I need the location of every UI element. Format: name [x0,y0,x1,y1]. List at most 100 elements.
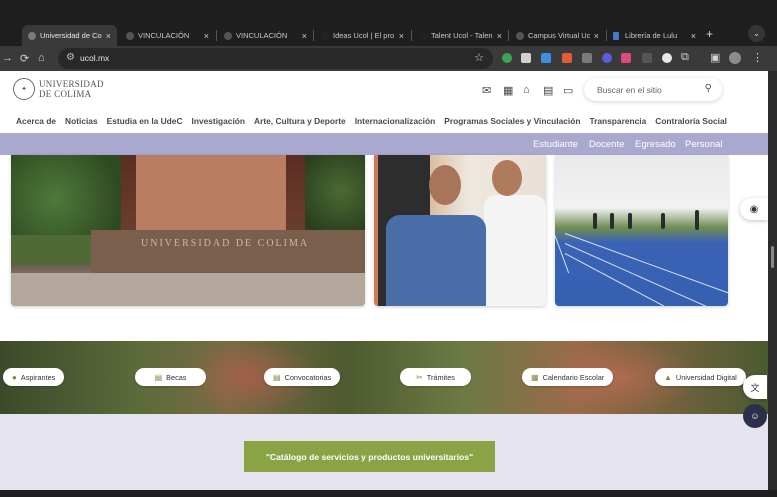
students-photo-card[interactable] [374,155,546,306]
nav-estudia[interactable]: Estudia en la UdeC [107,116,183,126]
close-icon[interactable]: × [302,31,307,41]
search-input[interactable]: Buscar en el sitio [597,85,662,95]
scrollbar[interactable] [768,71,777,490]
user-icon: ● [12,372,17,382]
runner-figure [628,213,632,229]
tab-talent-ucol[interactable]: Talent Ucol - Talen × [413,25,508,46]
photo-face [429,165,461,205]
side-panel-icon[interactable]: ▣ [710,51,720,64]
runner-figure [661,213,665,229]
tab-ideas-ucol[interactable]: Ideas Ucol | El pro × [315,25,410,46]
calendar-icon: ▦ [531,372,539,382]
close-icon[interactable]: × [399,31,404,41]
site-search[interactable]: Buscar en el sitio ⚲ [584,78,722,101]
bookmark-star-icon[interactable]: ☆ [474,51,484,64]
extensions-puzzle-icon[interactable]: ⧉ [681,51,689,64]
avatar[interactable] [729,52,741,64]
audience-personal[interactable]: Personal [685,139,723,150]
campus-photo-card[interactable]: UNIVERSIDAD DE COLIMA [11,155,365,306]
extension-icon[interactable] [621,53,631,63]
nav-noticias[interactable]: Noticias [65,116,98,126]
extension-icon[interactable] [642,53,652,63]
browser-tab-strip: Universidad de Co × VINCULACIÓN × VINCUL… [0,0,777,46]
extension-icon[interactable] [521,53,531,63]
close-icon[interactable]: × [497,31,502,41]
briefcase-icon[interactable]: ▭ [563,84,573,97]
photo-person [386,215,486,306]
nav-acerca-de[interactable]: Acerca de [16,116,56,126]
catalog-button[interactable]: "Catálogo de servicios y productos unive… [244,441,495,472]
site-logo[interactable]: ✦ UNIVERSIDAD DE COLIMA [13,78,104,100]
website-viewport: ✦ UNIVERSIDAD DE COLIMA ✉ ▦ ⌂ ▤ ▭ Buscar… [0,71,768,490]
extension-icon[interactable] [662,53,672,63]
tab-campus-virtual[interactable]: Campus Virtual Uc × [510,25,605,46]
tab-vinculacion-1[interactable]: VINCULACIÓN × [120,25,215,46]
quick-link-universidad-digital[interactable]: ▲ Universidad Digital [655,368,746,386]
nav-programas-sociales[interactable]: Programas Sociales y Vinculación [444,116,580,126]
tab-universidad[interactable]: Universidad de Co × [22,25,117,46]
nav-contraloria-social[interactable]: Contraloría Social [655,116,727,126]
site-info-icon[interactable]: ⚙ [66,52,75,63]
mail-icon[interactable]: ✉ [482,84,491,97]
extension-icon[interactable] [582,53,592,63]
accessibility-eye-button[interactable]: ◉ [740,198,768,220]
favicon-icon [126,31,134,40]
tab-libreria-lulu[interactable]: Librería de Lulu × [607,25,702,46]
home-icon[interactable]: ⌂ [38,52,45,64]
university-seal-icon: ✦ [13,78,35,100]
quick-link-label: Trámites [426,372,455,382]
tab-title: Talent Ucol - Talen [431,31,493,40]
close-icon[interactable]: × [204,31,209,41]
photo-person [484,195,546,306]
runner-figure [695,210,699,230]
translate-button[interactable]: 文 [743,375,767,399]
nav-arte-cultura[interactable]: Arte, Cultura y Deporte [254,116,346,126]
favicon-icon [28,31,36,40]
search-icon[interactable]: ⚲ [705,83,712,94]
audience-egresado[interactable]: Egresado [635,139,676,150]
tab-vinculacion-2[interactable]: VINCULACIÓN × [218,25,313,46]
quick-link-tramites[interactable]: ✂ Trámites [400,368,471,386]
runner-figure [593,213,597,229]
extension-icon[interactable] [602,53,612,63]
tab-title: VINCULACIÓN [236,31,288,40]
audience-docente[interactable]: Docente [589,139,624,150]
scrollbar-thumb[interactable] [771,246,774,268]
nav-internacionalizacion[interactable]: Internacionalización [355,116,436,126]
news-icon[interactable]: ▤ [543,84,553,97]
nav-investigacion[interactable]: Investigación [192,116,246,126]
new-tab-button[interactable]: + [706,27,713,41]
url-text[interactable]: ucol.mx [80,53,109,63]
address-bar[interactable]: ⚙ ucol.mx ☆ [58,48,493,69]
forward-icon[interactable]: → [2,52,13,64]
calendar-icon[interactable]: ▦ [503,84,513,97]
extension-icon[interactable] [562,53,572,63]
quick-link-calendario[interactable]: ▦ Calendario Escolar [522,368,614,386]
quick-link-convocatorias[interactable]: ▤ Convocatorias [264,368,341,386]
menu-kebab-icon[interactable]: ⋮ [752,51,763,64]
extension-icon[interactable] [502,53,512,63]
nav-transparencia[interactable]: Transparencia [589,116,646,126]
tab-title: Universidad de Co [40,31,102,40]
favicon-icon [224,31,232,40]
tab-title: Campus Virtual Uc [528,31,591,40]
chatbot-button[interactable]: ☺ [743,404,767,428]
audience-estudiante[interactable]: Estudiante [533,139,578,150]
document-icon: ▤ [273,372,281,382]
quick-link-aspirantes[interactable]: ● Aspirantes [3,368,65,386]
quick-link-becas[interactable]: ▤ Becas [135,368,206,386]
track-photo-card[interactable] [555,155,728,306]
bookmark-icon [613,31,619,40]
close-icon[interactable]: × [594,31,599,41]
logo-line-1: UNIVERSIDAD [39,79,104,89]
translate-icon: 文 [750,382,760,393]
photo-ground [11,273,365,306]
shopping-bag-icon[interactable]: ⌂ [523,84,530,96]
close-icon[interactable]: × [106,31,111,41]
favicon-icon [419,31,427,40]
tab-search-button[interactable]: ⌄ [748,25,765,42]
tab-title: Librería de Lulu [625,31,678,40]
reload-icon[interactable]: ⟳ [20,52,29,65]
extension-icon[interactable] [541,53,551,63]
close-icon[interactable]: × [691,31,696,41]
